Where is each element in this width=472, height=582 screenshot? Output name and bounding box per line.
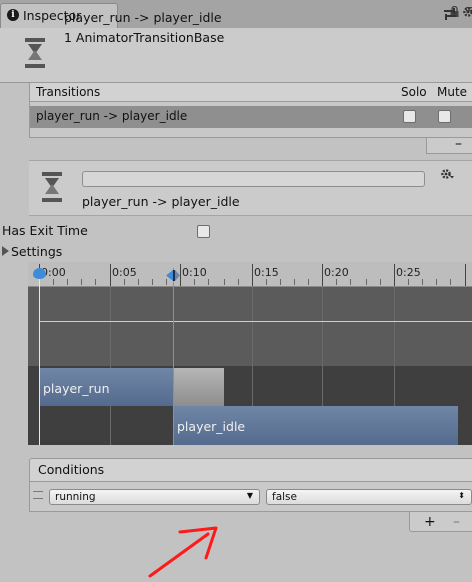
- tick-minor: [436, 279, 437, 285]
- transition-start-line: [173, 268, 174, 445]
- tick-minor: [194, 279, 195, 285]
- settings-label: Settings: [11, 244, 63, 259]
- settings-gear-icon[interactable]: [440, 168, 454, 184]
- playhead-line: [39, 268, 40, 445]
- red-annotation-arrow-icon: [148, 526, 218, 578]
- remove-transition-button[interactable]: –: [455, 136, 462, 152]
- tick-minor: [152, 279, 153, 285]
- settings-foldout[interactable]: Settings: [0, 244, 62, 259]
- tick-minor: [336, 279, 337, 285]
- timeline-curve-area: [28, 286, 472, 366]
- tick-minor: [450, 279, 451, 285]
- tick-minor: [208, 279, 209, 285]
- add-condition-button[interactable]: +: [424, 514, 436, 530]
- remove-condition-button[interactable]: –: [453, 514, 460, 530]
- tick-major: [394, 264, 395, 286]
- tick-minor: [280, 279, 281, 285]
- tick-minor: [408, 279, 409, 285]
- tick-label: 0:05: [112, 266, 137, 279]
- tick-minor: [124, 279, 125, 285]
- drag-handle-icon[interactable]: [33, 491, 43, 499]
- transition-overlap-bar[interactable]: [173, 368, 224, 406]
- tick-minor: [380, 279, 381, 285]
- transition-marker-icon[interactable]: [166, 270, 180, 281]
- gear-icon[interactable]: [462, 6, 472, 22]
- preset-icon[interactable]: [444, 8, 456, 24]
- solo-checkbox[interactable]: [403, 110, 416, 123]
- tick-label: 0:20: [324, 266, 349, 279]
- weight-curve: [40, 321, 472, 322]
- tick-minor: [224, 279, 225, 285]
- transitions-header-label: Transitions: [36, 85, 101, 99]
- tick-major: [180, 264, 181, 286]
- transition-icon: [41, 172, 63, 204]
- transition-icon: [24, 38, 46, 70]
- tick-minor: [238, 279, 239, 285]
- tick-label: 0:15: [254, 266, 279, 279]
- condition-value: false: [272, 491, 297, 503]
- tick-minor: [366, 279, 367, 285]
- tick-label: 0:25: [396, 266, 421, 279]
- header-title: player_run -> player_idle: [64, 10, 222, 25]
- tick-minor: [138, 279, 139, 285]
- tick-minor: [266, 279, 267, 285]
- tick-major: [252, 264, 253, 286]
- mute-column-label: Mute: [437, 85, 468, 99]
- dropdown-arrow-icon: ▼: [246, 491, 253, 500]
- tick-minor: [308, 279, 309, 285]
- timeline-gridline: [110, 286, 111, 445]
- conditions-footer: [409, 512, 472, 532]
- clip-bar-source-label: player_run: [43, 381, 110, 396]
- transition-row[interactable]: player_run -> player_idle: [30, 106, 472, 128]
- foldout-arrow-icon: [2, 246, 9, 256]
- tick-minor: [350, 279, 351, 285]
- transition-label: player_run -> player_idle: [82, 194, 240, 209]
- playhead-handle-icon[interactable]: [33, 268, 46, 279]
- solo-column-label: Solo: [401, 85, 427, 99]
- header-subtitle: 1 AnimatorTransitionBase: [64, 30, 225, 45]
- tick-minor: [294, 279, 295, 285]
- tick-minor: [67, 279, 68, 285]
- tick-minor: [53, 279, 54, 285]
- dropdown-updown-icon: ⬍: [458, 491, 465, 500]
- has-exit-time-checkbox[interactable]: [197, 225, 210, 238]
- tick-major: [322, 264, 323, 286]
- info-icon: i: [7, 9, 19, 21]
- has-exit-time-label: Has Exit Time: [2, 223, 88, 238]
- clip-bar-destination-label: player_idle: [177, 419, 246, 434]
- tick-major: [110, 264, 111, 286]
- timeline-ruler[interactable]: 0:00 0:05 0:10 0:15 0:20 0:25: [28, 262, 472, 287]
- transition-name-input[interactable]: [82, 171, 425, 187]
- transition-row-label: player_run -> player_idle: [36, 109, 188, 123]
- tick-label: 0:10: [182, 266, 207, 279]
- conditions-header: Conditions: [29, 458, 472, 482]
- transitions-header: Transitions Solo Mute: [29, 82, 472, 102]
- transitions-footer: [426, 138, 472, 154]
- mute-checkbox[interactable]: [438, 110, 451, 123]
- tick-major: [465, 264, 466, 286]
- tick-minor: [81, 279, 82, 285]
- tick-minor: [422, 279, 423, 285]
- condition-parameter-dropdown[interactable]: running ▼: [49, 489, 260, 505]
- conditions-header-label: Conditions: [38, 462, 105, 477]
- tick-minor: [95, 279, 96, 285]
- condition-parameter-value: running: [55, 491, 96, 503]
- condition-value-dropdown[interactable]: false ⬍: [266, 489, 472, 505]
